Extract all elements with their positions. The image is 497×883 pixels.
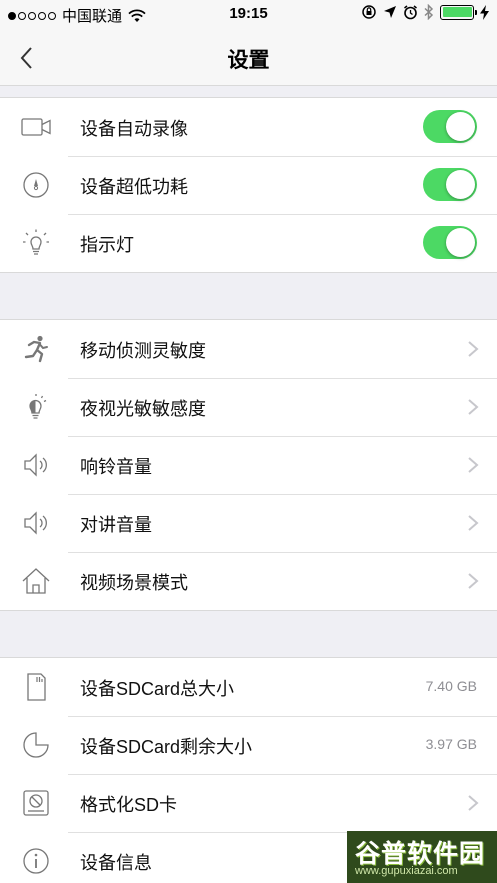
setting-label: 对讲音量 <box>80 515 152 535</box>
night-light-icon <box>29 394 47 419</box>
toggle-settings-group: 设备自动录像 设备超低功耗 指示灯 <box>0 97 497 273</box>
info-icon <box>23 848 49 874</box>
sd-total-value: 7.40 GB <box>425 678 477 694</box>
auto-record-toggle[interactable] <box>423 110 477 143</box>
indicator-light-toggle[interactable] <box>423 226 477 259</box>
settings-row-video-scene[interactable]: 视频场景模式 <box>0 552 497 610</box>
settings-row-night-vision[interactable]: 夜视光敏敏感度 <box>0 378 497 436</box>
rotation-lock-icon <box>362 5 376 19</box>
location-icon <box>384 6 396 18</box>
pie-chart-icon <box>23 732 49 758</box>
settings-row-sd-total: 设备SDCard总大小 7.40 GB <box>0 658 497 716</box>
settings-row-sd-remaining: 设备SDCard剩余大小 3.97 GB <box>0 716 497 774</box>
setting-label: 设备信息 <box>80 853 152 873</box>
setting-label: 设备SDCard剩余大小 <box>80 737 253 757</box>
format-drive-icon <box>23 790 49 816</box>
settings-row-indicator-light: 指示灯 <box>0 214 497 272</box>
charging-icon <box>480 4 489 20</box>
settings-row-low-power: 设备超低功耗 <box>0 156 497 214</box>
chevron-right-icon <box>468 573 479 589</box>
battery-icon <box>440 4 477 20</box>
page-title: 设置 <box>227 49 270 72</box>
setting-label: 设备SDCard总大小 <box>80 679 235 699</box>
lightbulb-icon <box>23 229 49 255</box>
setting-label: 移动侦测灵敏度 <box>80 341 206 361</box>
settings-row-intercom-volume[interactable]: 对讲音量 <box>0 494 497 552</box>
setting-label: 设备超低功耗 <box>80 177 188 197</box>
watermark-url: www.gupuxiazai.com <box>355 865 458 877</box>
settings-row-auto-record: 设备自动录像 <box>0 98 497 156</box>
sd-remaining-value: 3.97 GB <box>425 736 477 752</box>
settings-row-format-sd[interactable]: 格式化SD卡 <box>0 774 497 832</box>
alarm-icon <box>404 4 417 19</box>
setting-label: 格式化SD卡 <box>80 795 178 815</box>
navigation-bar: 设置 <box>0 30 497 86</box>
chevron-right-icon <box>468 341 479 357</box>
chevron-right-icon <box>468 795 479 811</box>
chevron-right-icon <box>468 399 479 415</box>
setting-label: 指示灯 <box>80 235 134 255</box>
speaker-icon <box>24 453 47 477</box>
compass-icon <box>23 172 49 198</box>
home-icon <box>22 568 50 594</box>
setting-label: 夜视光敏敏感度 <box>80 399 206 419</box>
setting-label: 响铃音量 <box>80 457 152 477</box>
detection-settings-group: 移动侦测灵敏度 夜视光敏敏感度 响铃音量 对讲音量 视频场景模式 <box>0 319 497 611</box>
speaker-icon <box>24 511 47 535</box>
setting-label: 设备自动录像 <box>80 119 188 139</box>
running-person-icon <box>24 335 48 363</box>
camera-icon <box>21 118 51 136</box>
watermark-logo: 谷普软件园 www.gupuxiazai.com <box>347 831 497 883</box>
settings-row-motion-sensitivity[interactable]: 移动侦测灵敏度 <box>0 320 497 378</box>
status-bar: 中国联通 19:15 <box>0 0 497 30</box>
bluetooth-icon <box>424 4 434 20</box>
chevron-right-icon <box>468 457 479 473</box>
low-power-toggle[interactable] <box>423 168 477 201</box>
setting-label: 视频场景模式 <box>80 573 188 593</box>
chevron-right-icon <box>468 515 479 531</box>
settings-row-ring-volume[interactable]: 响铃音量 <box>0 436 497 494</box>
sd-card-icon <box>27 673 46 701</box>
